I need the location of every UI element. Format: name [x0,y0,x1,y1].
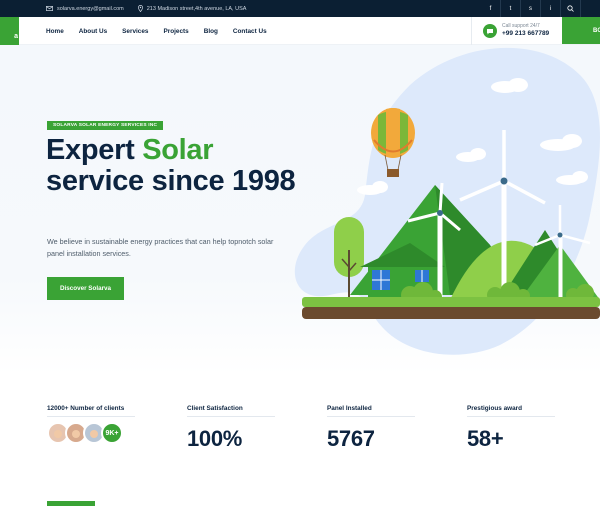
top-bar: solarva.energy@gmail.com 213 Madison str… [0,0,600,17]
stat-label: Prestigious award [467,405,523,412]
address-contact: 213 Madison street,4th avenue, LA, USA [137,5,247,12]
stat-clients: 12000+ Number of clients 9K+ [47,405,137,444]
location-pin-icon [137,5,143,12]
book-button[interactable]: BO [562,17,600,44]
nav-item-blog[interactable]: Blog [204,28,218,35]
cart-icon[interactable] [581,0,600,17]
email-contact[interactable]: solarva.energy@gmail.com [46,6,124,12]
headline-part-1: Expert [46,134,143,166]
twitter-icon[interactable]: t [501,0,520,17]
headline-highlight: Solar [142,134,214,166]
stat-label: 12000+ Number of clients [47,405,125,412]
divider [327,416,415,417]
search-icon[interactable] [561,0,580,17]
stats-section: 12000+ Number of clients 9K+ Client Sati… [0,405,600,475]
nav-item-projects[interactable]: Projects [163,28,188,35]
divider [187,416,275,417]
client-count-badge: 9K+ [101,422,123,444]
stat-value: 58+ [467,426,504,451]
nav-item-home[interactable]: Home [46,28,64,35]
divider [47,416,135,417]
stat-satisfaction: Client Satisfaction 100% [187,405,277,452]
discover-button[interactable]: Discover Solarva [47,277,124,300]
support-phone: +99 213 667789 [502,30,550,38]
stat-value: 5767 [327,426,375,451]
skype-icon[interactable]: s [521,0,540,17]
address-text: 213 Madison street,4th avenue, LA, USA [146,5,247,12]
ground-grass [302,297,600,307]
main-navigation: Home About Us Services Projects Blog Con… [0,17,600,45]
stat-value: 100% [187,426,243,451]
divider [467,416,555,417]
stat-panels: Panel Installed 5767 [327,405,417,452]
nav-item-contact-us[interactable]: Contact Us [233,28,267,35]
client-avatars: 9K+ [47,422,137,444]
call-support[interactable]: Call support 24/7 +99 213 667789 [471,17,561,45]
stat-label: Panel Installed [327,405,372,412]
ground-soil [302,307,600,319]
hero-headline: Expert Solar service since 1998 [46,135,306,196]
solar-landscape-illustration [294,47,600,355]
instagram-icon[interactable]: i [541,0,560,17]
facebook-icon[interactable]: f [481,0,500,17]
mail-icon [46,6,53,11]
hero-description: We believe in sustainable energy practic… [47,237,274,258]
nav-menu: Home About Us Services Projects Blog Con… [46,17,282,45]
stat-awards: Prestigious award 58+ [467,405,557,452]
section-badge [47,501,95,506]
nav-item-services[interactable]: Services [122,28,148,35]
hero-badge: SOLARVA SOLAR ENERGY SERVICES INC [47,121,164,130]
chat-icon [483,24,497,38]
headline-part-2: service since 1998 [46,164,296,197]
email-text: solarva.energy@gmail.com [57,5,124,12]
stat-label: Client Satisfaction [187,405,243,412]
nav-item-about-us[interactable]: About Us [79,28,107,35]
